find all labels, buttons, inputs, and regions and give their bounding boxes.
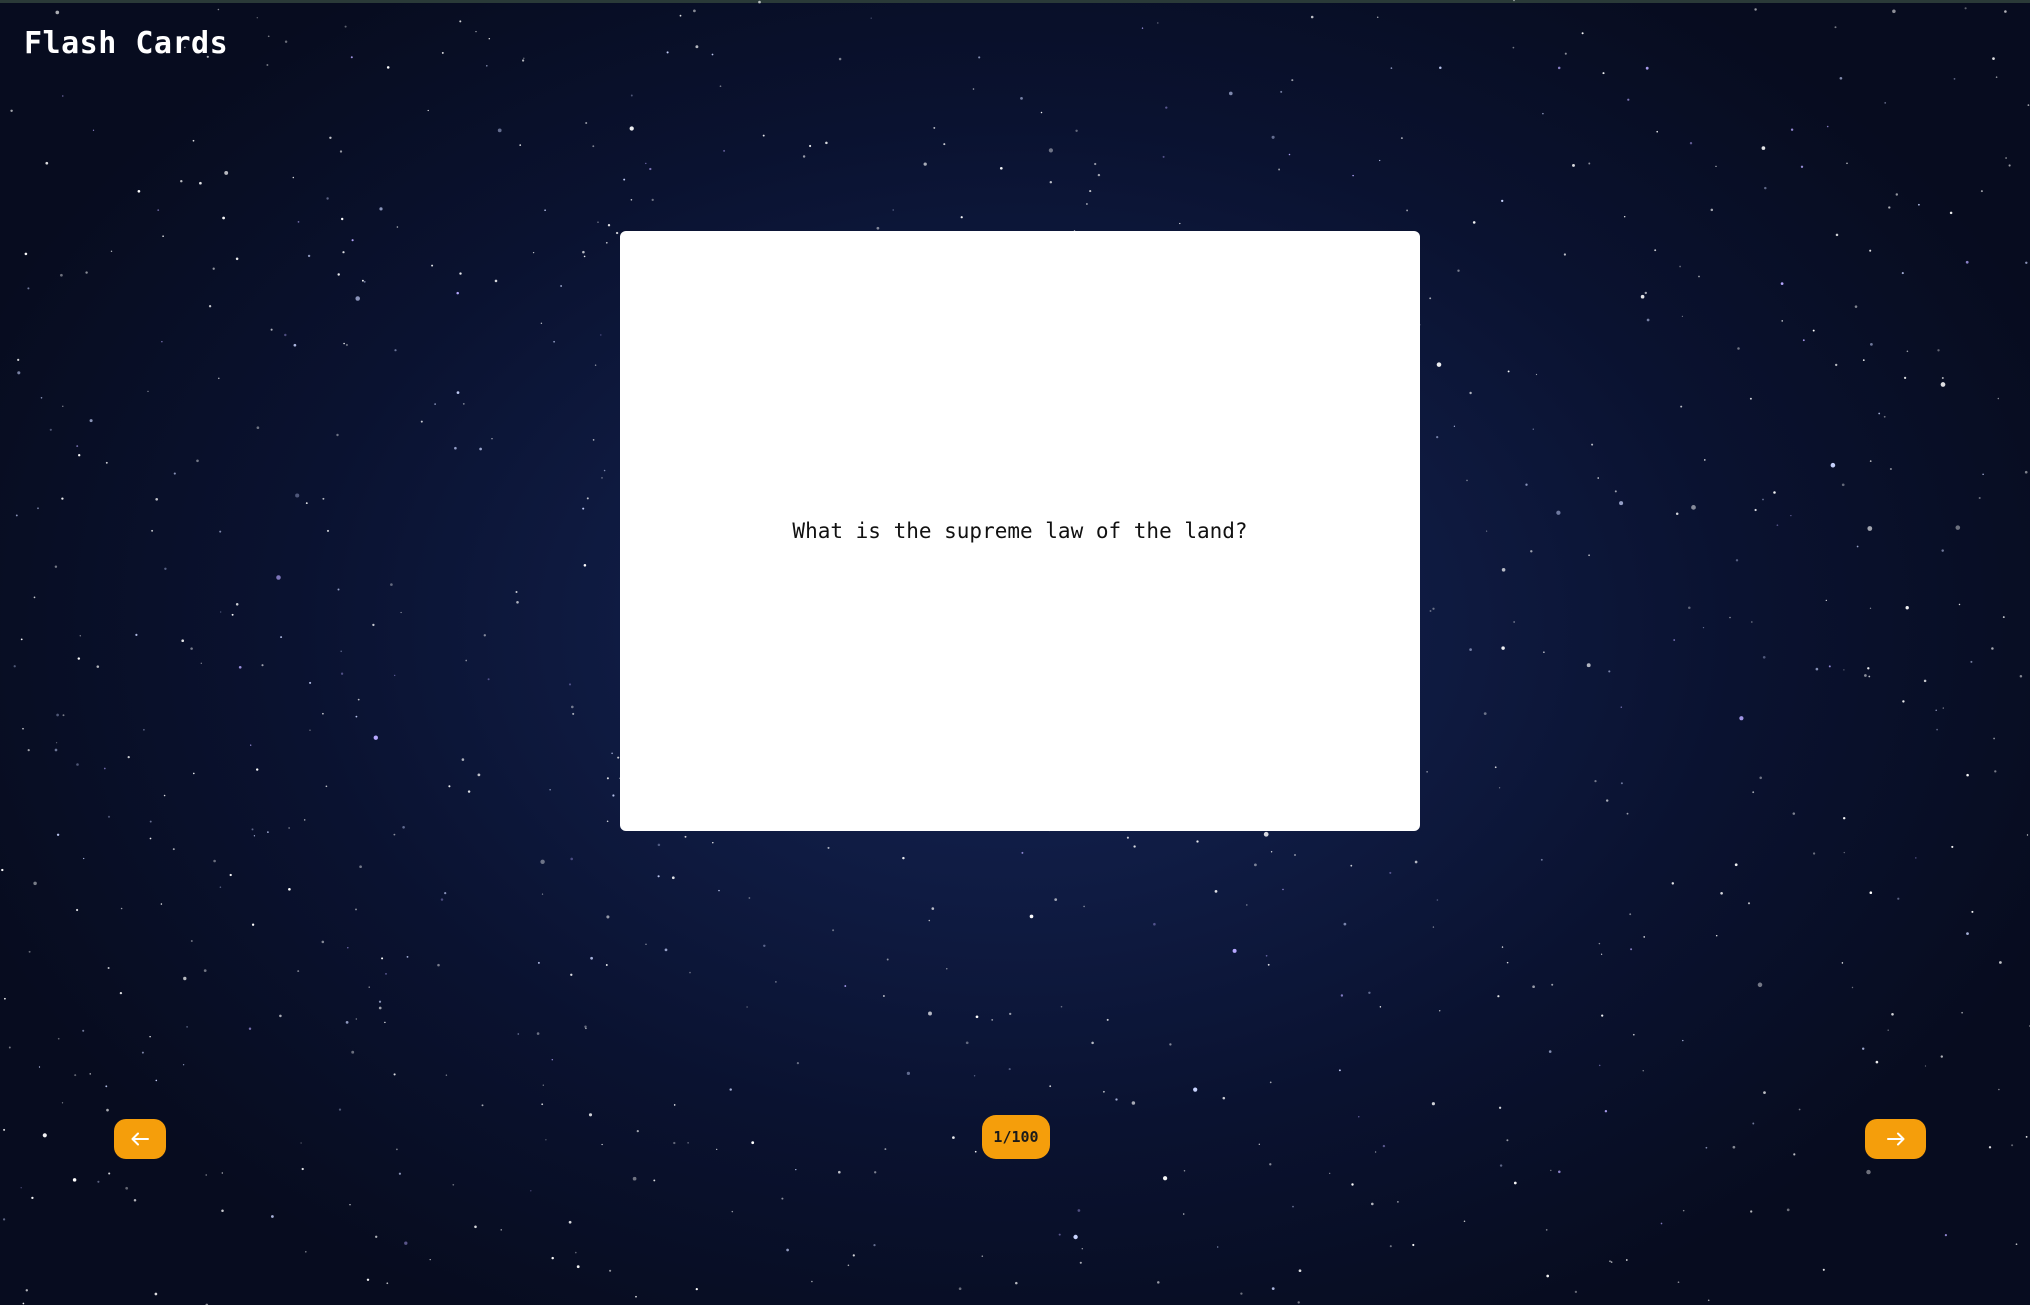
- app-title: Flash Cards: [24, 26, 229, 61]
- previous-card-button[interactable]: [114, 1119, 166, 1159]
- flash-card[interactable]: What is the supreme law of the land?: [620, 231, 1420, 831]
- arrow-left-icon: [131, 1132, 149, 1146]
- next-card-button[interactable]: [1865, 1119, 1926, 1159]
- card-question: What is the supreme law of the land?: [792, 519, 1248, 543]
- card-counter: 1/100: [982, 1115, 1050, 1159]
- arrow-right-icon: [1886, 1132, 1905, 1146]
